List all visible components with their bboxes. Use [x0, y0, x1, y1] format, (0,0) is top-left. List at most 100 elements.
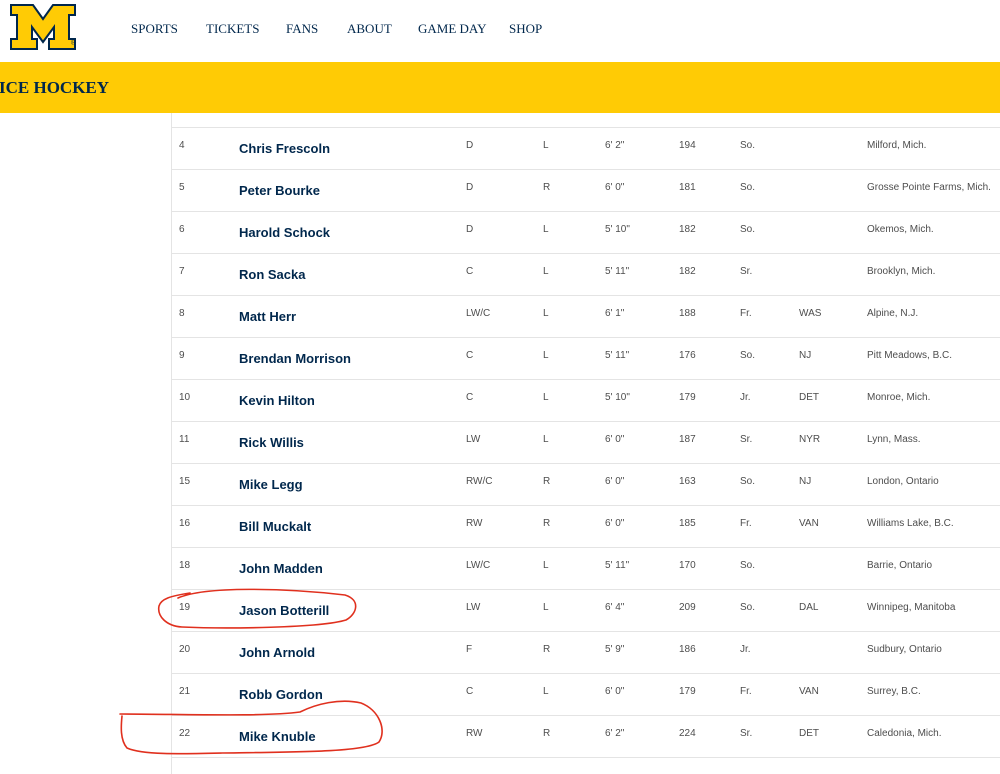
- nav-shop[interactable]: SHOP: [509, 21, 542, 37]
- player-weight: 176: [679, 350, 696, 361]
- table-row: 4 Chris Frescoln D L 6' 2" 194 So. Milfo…: [172, 127, 1000, 169]
- player-weight: 163: [679, 476, 696, 487]
- sport-title: ICE HOCKEY: [0, 78, 110, 97]
- table-row: 19 Jason Botterill LW L 6' 4" 209 So. DA…: [172, 589, 1000, 631]
- player-position: C: [466, 350, 474, 361]
- player-draft: DAL: [799, 602, 819, 613]
- site-header: ® SPORTS TICKETS FANS ABOUT GAME DAY SHO…: [0, 0, 1000, 62]
- table-row: 8 Matt Herr LW/C L 6' 1" 188 Fr. WAS Alp…: [172, 295, 1000, 337]
- table-row-partial: [172, 113, 1000, 127]
- player-name-link[interactable]: Jason Botterill: [239, 603, 329, 619]
- player-weight: 185: [679, 518, 696, 529]
- player-name-link[interactable]: Mike Legg: [239, 477, 303, 493]
- player-height: 6' 4": [605, 602, 625, 613]
- player-class: So.: [740, 140, 756, 151]
- player-hometown: Pitt Meadows, B.C.: [867, 350, 953, 361]
- player-draft: NYR: [799, 434, 821, 445]
- player-draft: WAS: [799, 308, 822, 319]
- player-class: Fr.: [740, 686, 752, 697]
- player-shoots: R: [543, 182, 551, 193]
- player-shoots: L: [543, 224, 549, 235]
- nav-about[interactable]: ABOUT: [347, 21, 392, 37]
- player-name-link[interactable]: Rick Willis: [239, 435, 304, 451]
- player-draft: DET: [799, 728, 819, 739]
- player-weight: 194: [679, 140, 696, 151]
- player-class: Fr.: [740, 518, 752, 529]
- player-shoots: R: [543, 476, 551, 487]
- player-weight: 181: [679, 182, 696, 193]
- player-name-link[interactable]: Mike Knuble: [239, 729, 316, 745]
- table-row: 9 Brendan Morrison C L 5' 11" 176 So. NJ…: [172, 337, 1000, 379]
- jersey-number: 15: [179, 476, 191, 487]
- table-row: 6 Harold Schock D L 5' 10" 182 So. Okemo…: [172, 211, 1000, 253]
- nav-tickets[interactable]: TICKETS: [206, 21, 259, 37]
- player-position: D: [466, 140, 474, 151]
- player-height: 6' 0": [605, 434, 625, 445]
- player-shoots: L: [543, 308, 549, 319]
- player-name-link[interactable]: Ron Sacka: [239, 267, 305, 283]
- jersey-number: 21: [179, 686, 191, 697]
- jersey-number: 9: [179, 350, 185, 361]
- player-height: 6' 0": [605, 686, 625, 697]
- player-class: Fr.: [740, 308, 752, 319]
- block-m-logo[interactable]: [10, 4, 76, 50]
- player-hometown: London, Ontario: [867, 476, 939, 487]
- player-name-link[interactable]: Bill Muckalt: [239, 519, 311, 535]
- player-name-link[interactable]: Chris Frescoln: [239, 141, 330, 157]
- jersey-number: 18: [179, 560, 191, 571]
- player-name-link[interactable]: Brendan Morrison: [239, 351, 351, 367]
- player-name-link[interactable]: Peter Bourke: [239, 183, 320, 199]
- player-shoots: L: [543, 686, 549, 697]
- player-shoots: L: [543, 350, 549, 361]
- player-height: 6' 1": [605, 308, 625, 319]
- player-position: C: [466, 392, 474, 403]
- player-height: 6' 2": [605, 140, 625, 151]
- player-name-link[interactable]: Kevin Hilton: [239, 393, 315, 409]
- jersey-number: 16: [179, 518, 191, 529]
- table-row: 11 Rick Willis LW L 6' 0" 187 Sr. NYR Ly…: [172, 421, 1000, 463]
- player-height: 6' 0": [605, 476, 625, 487]
- jersey-number: 7: [179, 266, 185, 277]
- player-name-link[interactable]: John Arnold: [239, 645, 315, 661]
- player-class: Jr.: [740, 392, 751, 403]
- player-draft: VAN: [799, 686, 819, 697]
- player-class: So.: [740, 224, 756, 235]
- table-row: 20 John Arnold F R 5' 9" 186 Jr. Sudbury…: [172, 631, 1000, 673]
- player-position: RW/C: [466, 476, 493, 487]
- player-position: C: [466, 266, 474, 277]
- player-weight: 224: [679, 728, 696, 739]
- player-name-link[interactable]: Robb Gordon: [239, 687, 323, 703]
- player-hometown: Grosse Pointe Farms, Mich.: [867, 182, 991, 193]
- jersey-number: 6: [179, 224, 185, 235]
- player-name-link[interactable]: Matt Herr: [239, 309, 296, 325]
- table-row: 21 Robb Gordon C L 6' 0" 179 Fr. VAN Sur…: [172, 673, 1000, 715]
- roster-table: 4 Chris Frescoln D L 6' 2" 194 So. Milfo…: [171, 113, 1000, 774]
- player-hometown: Lynn, Mass.: [867, 434, 921, 445]
- nav-sports[interactable]: SPORTS: [131, 21, 178, 37]
- player-weight: 170: [679, 560, 696, 571]
- player-name-link[interactable]: Harold Schock: [239, 225, 330, 241]
- nav-game-day[interactable]: GAME DAY: [418, 21, 487, 37]
- player-class: So.: [740, 182, 756, 193]
- player-shoots: R: [543, 728, 551, 739]
- table-row-cutoff: [172, 757, 1000, 774]
- nav-fans[interactable]: FANS: [286, 21, 318, 37]
- player-weight: 182: [679, 224, 696, 235]
- player-hometown: Williams Lake, B.C.: [867, 518, 954, 529]
- table-row: 10 Kevin Hilton C L 5' 10" 179 Jr. DET M…: [172, 379, 1000, 421]
- table-row: 5 Peter Bourke D R 6' 0" 181 So. Grosse …: [172, 169, 1000, 211]
- table-row: 22 Mike Knuble RW R 6' 2" 224 Sr. DET Ca…: [172, 715, 1000, 757]
- player-position: LW/C: [466, 308, 491, 319]
- player-class: Sr.: [740, 728, 753, 739]
- player-hometown: Alpine, N.J.: [867, 308, 919, 319]
- jersey-number: 11: [179, 434, 190, 445]
- registered-mark: ®: [71, 40, 77, 47]
- player-height: 5' 11": [605, 350, 630, 361]
- sport-banner: ICE HOCKEY: [0, 62, 1000, 113]
- player-position: LW/C: [466, 560, 491, 571]
- player-position: RW: [466, 728, 483, 739]
- player-height: 5' 11": [605, 560, 630, 571]
- player-name-link[interactable]: John Madden: [239, 561, 323, 577]
- player-shoots: L: [543, 392, 549, 403]
- jersey-number: 8: [179, 308, 185, 319]
